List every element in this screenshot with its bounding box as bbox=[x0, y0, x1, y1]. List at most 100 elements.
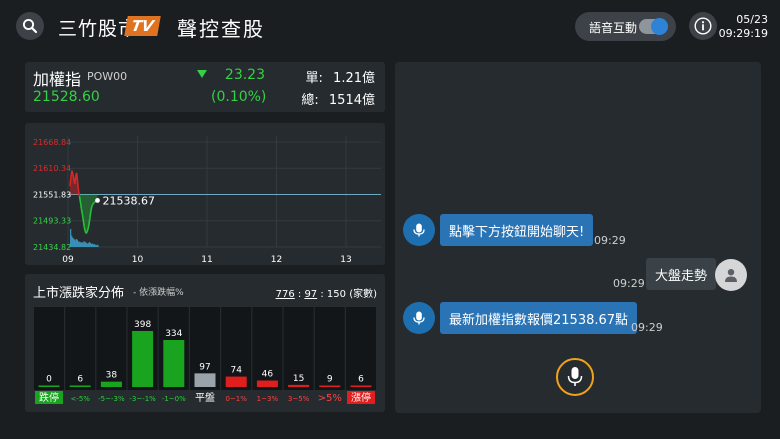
distribution-bar bbox=[69, 385, 91, 387]
distribution-bar bbox=[194, 373, 216, 387]
category-label: -3~-1% bbox=[129, 395, 156, 403]
x-tick-label: 10 bbox=[132, 255, 144, 265]
price-line-segment bbox=[81, 214, 85, 221]
price-line-segment bbox=[83, 226, 86, 232]
intraday-chart-panel[interactable]: 21538.67 21668.84 21610.34 21551.83 21493.33… bbox=[25, 123, 416, 265]
distribution-value-label: 46 bbox=[262, 370, 274, 380]
category-label: <-5% bbox=[70, 395, 90, 403]
user-avatar bbox=[715, 259, 747, 291]
search-icon bbox=[22, 18, 38, 34]
category-label: 1~3% bbox=[257, 395, 279, 403]
price-line-segment bbox=[78, 196, 82, 203]
single-volume-label: 單: bbox=[305, 71, 323, 86]
price-line-segment bbox=[86, 228, 89, 233]
bot-avatar bbox=[403, 214, 435, 246]
app-logo-badge: TV bbox=[124, 16, 161, 36]
distribution-value-label: 6 bbox=[358, 375, 364, 385]
distribution-value-label: 334 bbox=[165, 329, 182, 339]
price-line-segment bbox=[73, 176, 77, 185]
bot-avatar bbox=[403, 302, 435, 334]
x-tick-label: 11 bbox=[201, 255, 212, 265]
price-line-segment bbox=[87, 224, 90, 230]
y-tick-label: 21610.34 bbox=[33, 164, 71, 173]
distribution-value-label: 398 bbox=[134, 320, 151, 330]
distribution-bar bbox=[163, 340, 185, 387]
price-line-segment bbox=[85, 231, 88, 234]
search-button[interactable] bbox=[16, 12, 44, 40]
message-time: 09:29 bbox=[613, 277, 645, 290]
info-button[interactable] bbox=[689, 12, 717, 40]
distribution-bar bbox=[256, 380, 278, 387]
distribution-value-label: 15 bbox=[293, 374, 304, 384]
distribution-value-label: 9 bbox=[327, 375, 333, 385]
x-tick-label: 13 bbox=[340, 255, 351, 265]
price-line-segment bbox=[77, 190, 81, 197]
chat-bubble-bot: 最新加權指數報價21538.67點 bbox=[440, 302, 638, 334]
top-bar: 三竹股市 TV 聲控查股 語音互動 05/23 09:29:19 bbox=[0, 0, 780, 52]
index-change-pct: (0.10%) bbox=[211, 89, 267, 105]
microphone-button[interactable] bbox=[556, 358, 594, 396]
chat-panel: 點擊下方按鈕開始聊天! 09:29 09:29 大盤走勢 最新加權指數報價215… bbox=[395, 62, 761, 413]
category-label: 0~1% bbox=[225, 395, 247, 403]
voice-interaction-control[interactable]: 語音互動 bbox=[575, 12, 676, 41]
last-price-dot bbox=[95, 198, 100, 203]
distribution-bar bbox=[38, 385, 60, 387]
distribution-bar bbox=[350, 385, 372, 387]
price-line-segment bbox=[91, 203, 94, 207]
y-tick-label: 21668.84 bbox=[33, 138, 71, 147]
index-value: 21528.60 bbox=[33, 89, 100, 105]
distribution-bar bbox=[225, 376, 247, 387]
last-price-label: 21538.67 bbox=[103, 194, 156, 207]
index-code: POW00 bbox=[87, 70, 128, 83]
category-label: -5~-3% bbox=[98, 395, 125, 403]
total-volume-value: 1514億 bbox=[328, 93, 375, 108]
time-text: 09:29:19 bbox=[718, 27, 768, 40]
y-tick-label: 21434.82 bbox=[33, 243, 71, 252]
distribution-panel[interactable]: 上市漲跌家分佈 - 依漲跌幅% 776 : 97 : 150 (家數) 0 跌停 6… bbox=[25, 274, 385, 412]
distribution-bar bbox=[100, 381, 122, 387]
single-volume: 單: 1.21億 bbox=[306, 67, 375, 86]
price-line-segment bbox=[88, 217, 91, 225]
distribution-value-label: 97 bbox=[199, 362, 210, 372]
category-label: 漲停 bbox=[351, 391, 371, 404]
message-time: 09:29 bbox=[594, 234, 626, 247]
toggle-knob bbox=[651, 18, 668, 35]
y-tick-label: 21551.83 bbox=[33, 191, 71, 200]
category-label: >5% bbox=[318, 393, 342, 404]
price-line-segment bbox=[72, 173, 75, 180]
distribution-bar bbox=[319, 385, 341, 387]
datetime: 05/23 09:29:19 bbox=[719, 13, 768, 41]
distribution-value-label: 0 bbox=[46, 375, 52, 385]
voice-interaction-label: 語音互動 bbox=[589, 21, 638, 35]
info-icon bbox=[694, 17, 712, 35]
price-line-segment bbox=[79, 201, 83, 209]
distribution-bar bbox=[288, 384, 310, 387]
distribution-chart: 0 跌停 6 <-5% 38 -5~-3% 398 -3~-1% 334 -1~0% 97 平盤 74 0… bbox=[34, 307, 376, 404]
category-label: 平盤 bbox=[195, 391, 215, 404]
x-tick-label: 12 bbox=[271, 255, 282, 265]
price-line-segment bbox=[69, 177, 72, 187]
category-label: -1~0% bbox=[162, 395, 186, 403]
message-time: 09:29 bbox=[631, 321, 663, 334]
intraday-chart: 21538.67 21668.84 21610.34 21551.83 21493.33… bbox=[33, 136, 416, 265]
x-tick-label: 09 bbox=[62, 255, 74, 265]
category-label: 3~5% bbox=[288, 395, 310, 403]
price-line-segment bbox=[92, 202, 95, 205]
price-line-segment bbox=[75, 172, 79, 182]
microphone-avatar-icon bbox=[413, 223, 425, 237]
date-text: 05/23 bbox=[736, 13, 768, 26]
single-volume-value: 1.21億 bbox=[333, 71, 375, 86]
price-line-segment bbox=[82, 219, 86, 227]
total-volume: 總: 1514億 bbox=[301, 89, 375, 108]
category-label: 跌停 bbox=[39, 391, 59, 404]
distribution-value-label: 74 bbox=[230, 366, 242, 376]
index-quote-panel[interactable]: 加權指 POW00 21528.60 23.23 (0.10%) 單: 1.21… bbox=[25, 62, 385, 112]
volume-bar bbox=[97, 245, 99, 247]
distribution-value-label: 6 bbox=[77, 375, 83, 385]
chat-bubble-user: 大盤走勢 bbox=[646, 258, 717, 290]
chat-bubble-bot: 點擊下方按鈕開始聊天! bbox=[440, 214, 594, 246]
page-title: 聲控查股 bbox=[177, 17, 265, 41]
voice-toggle[interactable] bbox=[639, 18, 668, 35]
microphone-icon bbox=[567, 367, 583, 386]
price-line-segment bbox=[93, 201, 96, 204]
